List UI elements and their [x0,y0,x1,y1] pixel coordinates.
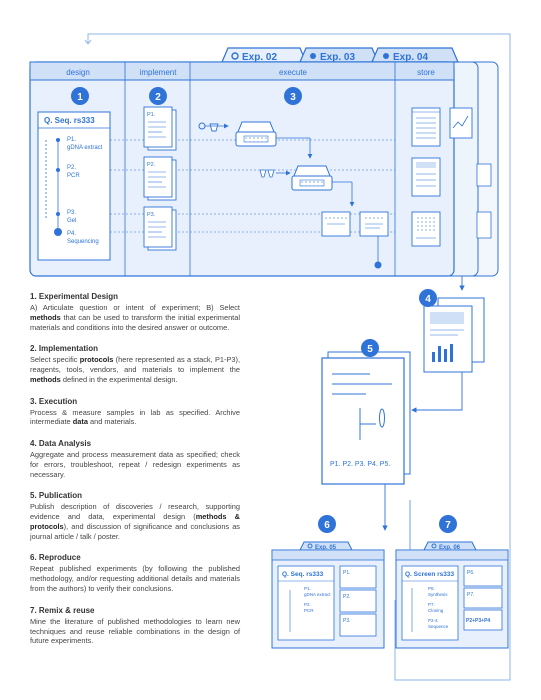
stored-notebook-icon [411,107,441,147]
step-title: 6. Reproduce [30,553,81,563]
step-title: 3. Execution [30,396,78,406]
tab-exp-03-label: Exp. 03 [320,52,355,63]
svg-text:P7.: P7. [428,602,435,607]
gel-plate-icon [321,211,351,237]
step-3: 3. Execution Process & measure samples i… [30,397,240,428]
step-4: 4. Data Analysis Aggregate and process m… [30,439,240,479]
svg-text:4: 4 [425,294,431,305]
svg-text:P1.: P1. [343,570,351,576]
step-5: 5. Publication Publish description of di… [30,491,240,541]
svg-text:P7.: P7. [467,592,475,598]
phase-design: design [66,68,90,77]
remix-title: Q. Screen rs333 [405,571,455,578]
stored-gel-image-icon [411,211,441,247]
step-text: Process & measure samples in lab as spec… [30,407,240,427]
badge-4: 4 [419,289,437,307]
step-text: Select specific protocols (here represen… [30,355,240,384]
svg-text:P6.: P6. [467,570,475,576]
step-title: 5. Publication [30,491,83,501]
design-item-label: Gel [67,218,76,224]
svg-text:Synthesis: Synthesis [428,592,448,597]
step-text: Aggregate and process measurement data a… [30,450,240,479]
phase-store: store [417,68,435,77]
phase-execute: execute [279,68,308,77]
design-item-label: PCR [67,173,80,179]
badge-5: 5 [361,339,379,357]
svg-text:6: 6 [324,520,330,531]
data-analysis-docs [423,297,485,373]
protocol-page: P1. [143,106,177,151]
remix-panel: Exp. 06 Q. Screen rs333 P6. Synthesis P7… [395,541,509,649]
thermocycler-icon [235,121,277,147]
step-7: 7. Remix & reuse Mine the literature of … [30,606,240,646]
publication-label: P1. P2. P3. P4. P5. [330,461,390,468]
svg-text:P2.: P2. [304,602,311,607]
design-item-label: Sequencing [67,239,99,245]
reproduce-title: Q. Seq. rs333 [282,571,324,578]
badge-2: 2 [149,87,167,105]
svg-text:PCR: PCR [304,608,314,613]
sequencer-icon [291,165,333,191]
badge-3: 3 [284,87,302,105]
tab-exp-02[interactable]: Exp. 02 [221,47,307,63]
protocol-page: P3. [143,206,177,251]
step-2: 2. Implementation Select specific protoc… [30,344,240,384]
step-6: 6. Reproduce Repeat published experiment… [30,553,240,593]
svg-text:P2.: P2. [343,594,351,600]
steps-legend: 1. Experimental Design A) Articulate que… [30,292,240,658]
design-item-code: P4. [67,231,76,237]
filled-circle-icon [383,53,389,59]
svg-text:1: 1 [77,92,83,103]
design-item-code: P2. [67,165,76,171]
svg-text:7: 7 [445,520,451,531]
badge-6: 6 [318,515,336,533]
tab-exp-02-label: Exp. 02 [242,52,277,63]
step-1: 1. Experimental Design A) Articulate que… [30,292,240,332]
svg-text:2: 2 [155,92,161,103]
design-item-code: P1. [67,137,76,143]
badge-1: 1 [71,87,89,105]
step-text: A) Articulate question or intent of expe… [30,303,240,332]
arrow-analysis-to-pub [411,372,463,413]
filled-circle-icon [310,53,316,59]
step-title: 1. Experimental Design [30,292,119,301]
svg-text:P2+P3+P4: P2+P3+P4 [466,618,490,624]
svg-text:P2-4.: P2-4. [428,618,439,623]
design-card: Q. Seq. rs333 P1. gDNA extract P2. PCR P… [37,111,111,261]
tab-exp-04-label: Exp. 04 [393,52,428,63]
design-item-label: gDNA extract [67,145,103,151]
reproduce-panel: Exp. 05 Q. Seq. rs333 P1. gDNA extract P… [271,541,385,649]
step-title: 7. Remix & reuse [30,605,95,615]
design-card-title: Q. Seq. rs333 [44,116,95,125]
svg-text:3: 3 [290,92,296,103]
step-text: Mine the literature of published methodo… [30,616,240,646]
svg-text:P2.: P2. [147,162,156,168]
gel-plate-icon [359,211,389,237]
step-text: Publish description of discoveries / res… [30,502,241,541]
svg-text:Sequence: Sequence [428,624,449,629]
svg-text:gDNA extract: gDNA extract [304,592,331,597]
end-node [374,261,382,269]
svg-text:P6.: P6. [428,586,435,591]
step-text: Repeat published experiments (by followi… [30,564,240,594]
svg-text:P1.: P1. [304,586,311,591]
tab-exp-04[interactable]: Exp. 04 [371,47,459,63]
svg-text:P3.: P3. [343,618,351,624]
tab-exp-03[interactable]: Exp. 03 [299,47,379,63]
step-title: 2. Implementation [30,344,99,354]
stored-data-sheet-icon [411,157,441,197]
design-item-code: P3. [67,210,76,216]
svg-text:5: 5 [367,344,373,355]
svg-text:P1.: P1. [147,112,156,118]
svg-text:P3.: P3. [147,212,156,218]
badge-7: 7 [439,515,457,533]
svg-text:Cloning: Cloning [428,608,444,613]
protocol-page: P2. [143,156,177,201]
publication-docs: P1. P2. P3. P4. P5. [321,351,411,485]
step-title: 4. Data Analysis [30,439,92,449]
phase-implement: implement [140,68,178,77]
